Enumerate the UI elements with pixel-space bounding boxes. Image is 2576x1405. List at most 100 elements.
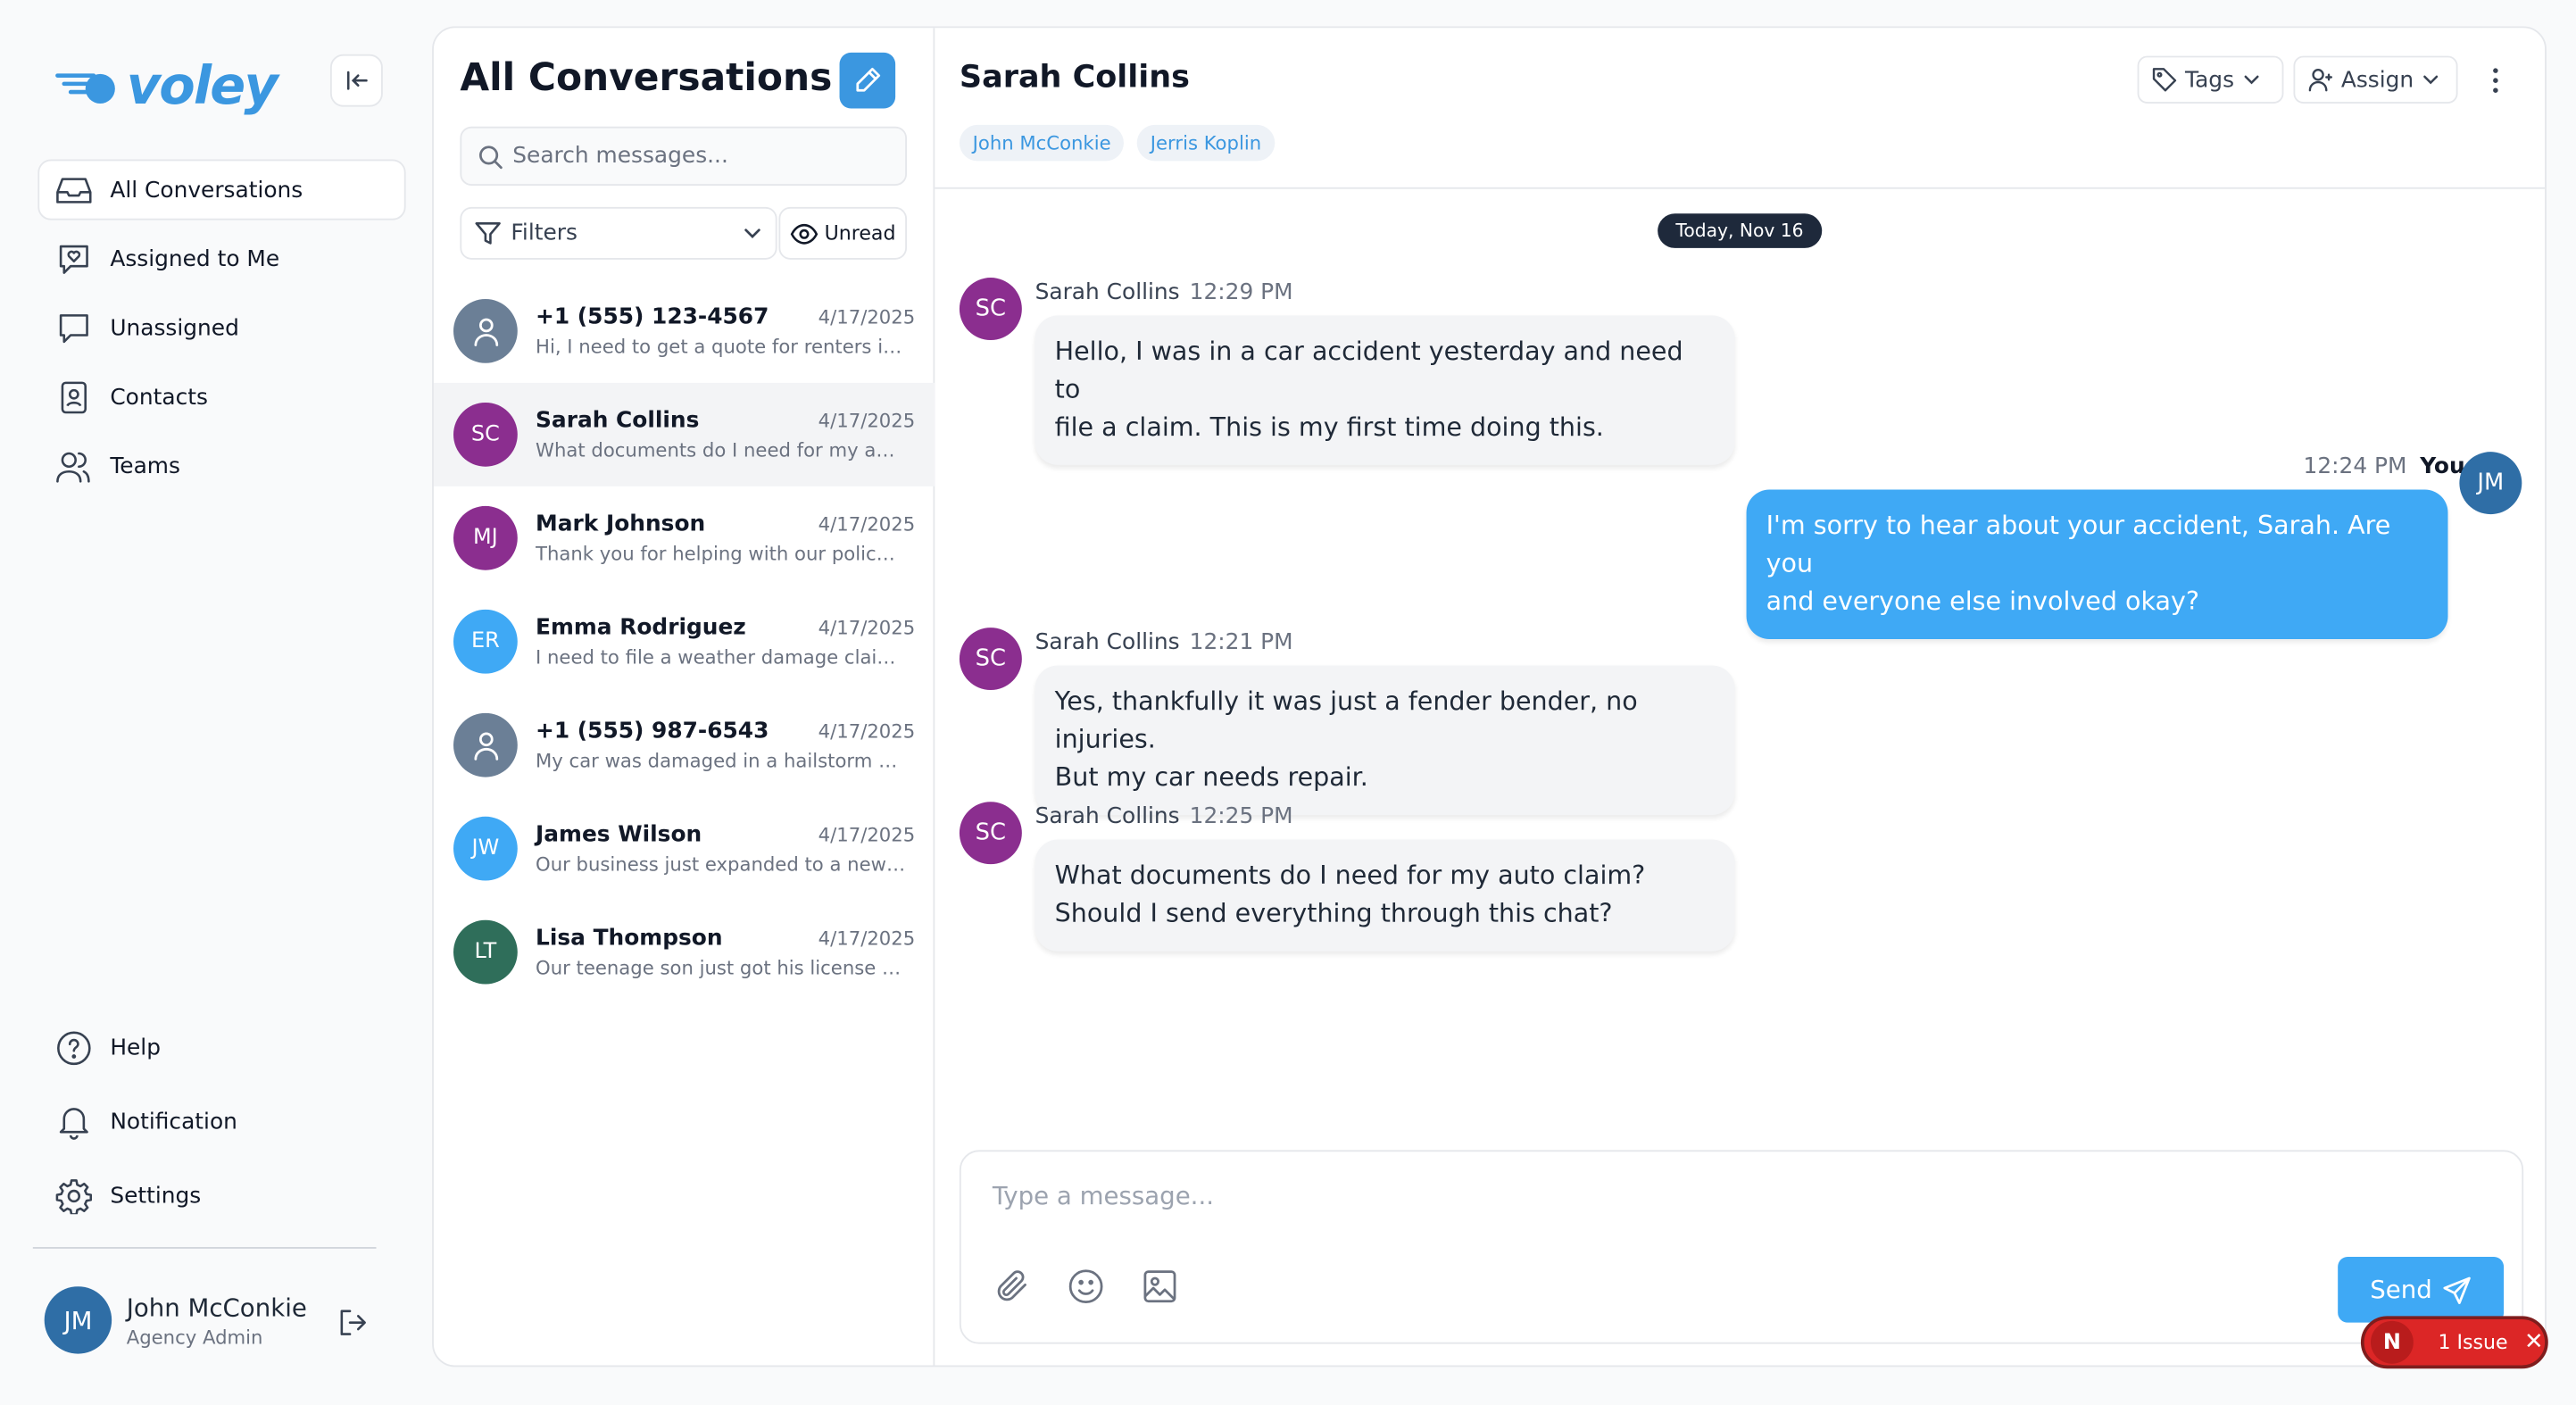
conversation-date: 4/17/2025 xyxy=(818,927,916,950)
send-icon xyxy=(2444,1276,2472,1304)
page-title: All Conversations xyxy=(460,57,833,101)
message-time: 12:24 PM xyxy=(2303,453,2407,480)
close-icon[interactable]: ✕ xyxy=(2524,1329,2544,1355)
image-icon xyxy=(1143,1270,1176,1303)
sidebar-item-label: Teams xyxy=(110,453,180,479)
filters-label: Filters xyxy=(511,220,578,247)
brand-name: voley xyxy=(126,54,278,117)
sidebar-item-label: Notification xyxy=(110,1109,237,1135)
conversation-item[interactable]: ER Emma Rodriguez 4/17/2025 I need to file … xyxy=(434,590,935,694)
message-line: Yes, thankfully it was just a fender ben… xyxy=(1054,686,1638,754)
assign-button[interactable]: Assign xyxy=(2293,55,2458,104)
collapse-sidebar-button[interactable] xyxy=(329,54,383,107)
user-role: Agency Admin xyxy=(126,1325,263,1349)
tags-label: Tags xyxy=(2184,66,2235,93)
emoji-button[interactable] xyxy=(1068,1268,1103,1311)
unread-label: Unread xyxy=(824,221,896,245)
brand-logo[interactable]: voley xyxy=(54,54,278,117)
sidebar-item-teams[interactable]: Teams xyxy=(37,436,405,496)
conversation-name: Lisa Thompson xyxy=(536,925,723,952)
help-circle-icon xyxy=(56,1030,92,1066)
logout-button[interactable] xyxy=(337,1306,370,1345)
user-plus-icon xyxy=(2308,69,2333,92)
issue-count: 1 Issue xyxy=(2438,1330,2508,1354)
message-input[interactable] xyxy=(992,1181,2472,1231)
search-box[interactable] xyxy=(460,126,908,186)
message-sender: Sarah Collins xyxy=(1035,803,1180,830)
user-icon xyxy=(473,317,498,345)
avatar xyxy=(453,298,518,363)
avatar: JW xyxy=(453,816,518,881)
message-meta: Sarah Collins 12:25 PM xyxy=(1035,803,1293,829)
conversation-item[interactable]: JW James Wilson 4/17/2025 Our business just… xyxy=(434,797,935,901)
message-line: But my car needs repair. xyxy=(1054,762,1368,793)
sidebar-item-label: Unassigned xyxy=(110,314,239,341)
assignee-tag[interactable]: John McConkie xyxy=(959,124,1125,162)
chat-header: Sarah Collins John McConkie Jerris Kopli… xyxy=(935,28,2546,189)
message-bubble: Yes, thankfully it was just a fender ben… xyxy=(1035,665,1735,815)
eye-icon xyxy=(790,222,818,244)
conversation-item[interactable]: +1 (555) 123-4567 4/17/2025 Hi, I need to … xyxy=(434,279,935,383)
conversation-preview: I need to file a weather damage claim fo… xyxy=(536,645,905,669)
paperclip-icon xyxy=(997,1270,1026,1301)
sidebar: voley All Conversations Assigned to Me U… xyxy=(0,0,430,1405)
issue-logo: N xyxy=(2370,1320,2414,1364)
sidebar-item-assigned-to-me[interactable]: Assigned to Me xyxy=(37,229,405,289)
sidebar-item-label: Assigned to Me xyxy=(110,245,280,272)
sidebar-item-contacts[interactable]: Contacts xyxy=(37,366,405,427)
sidebar-item-label: Contacts xyxy=(110,383,208,411)
message-bubble: I'm sorry to hear about your accident, S… xyxy=(1746,489,2448,639)
more-options-button[interactable] xyxy=(2484,64,2507,97)
avatar: SC xyxy=(959,628,1022,691)
avatar: SC xyxy=(959,802,1022,865)
sidebar-item-notification[interactable]: Notification xyxy=(37,1089,405,1155)
main-panel: All Conversations Filters Unread +1 (555… xyxy=(432,26,2547,1368)
message-bubble: Hello, I was in a car accident yesterday… xyxy=(1035,315,1735,465)
conversation-item[interactable]: MJ Mark Johnson 4/17/2025 Thank you for hel… xyxy=(434,486,935,590)
message-meta: Sarah Collins 12:29 PM xyxy=(1035,279,1293,305)
filters-dropdown[interactable]: Filters xyxy=(460,206,777,260)
conversation-name: James Wilson xyxy=(536,821,702,848)
main-nav: All Conversations Assigned to Me Unassig… xyxy=(37,159,406,505)
sidebar-divider xyxy=(32,1247,377,1249)
conversation-date: 4/17/2025 xyxy=(818,409,916,433)
image-button[interactable] xyxy=(1142,1268,1177,1311)
tags-button[interactable]: Tags xyxy=(2137,55,2284,104)
message-sender: You xyxy=(2420,453,2465,480)
sidebar-item-help[interactable]: Help xyxy=(37,1015,405,1081)
sidebar-item-settings[interactable]: Settings xyxy=(37,1163,405,1229)
search-input[interactable] xyxy=(512,143,891,170)
collapse-left-icon xyxy=(346,71,368,90)
user-name: John McConkie xyxy=(126,1292,307,1322)
sidebar-item-label: Settings xyxy=(110,1183,202,1210)
more-vertical-icon xyxy=(2493,68,2498,93)
avatar: SC xyxy=(959,278,1022,341)
message-line: What documents do I need for my auto cla… xyxy=(1054,860,1646,891)
conversation-item[interactable]: +1 (555) 987-6543 4/17/2025 My car was dam… xyxy=(434,694,935,797)
attach-button[interactable] xyxy=(994,1268,1030,1311)
message-bubble: What documents do I need for my auto cla… xyxy=(1035,839,1735,952)
issue-badge[interactable]: N 1 Issue ✕ xyxy=(2360,1316,2548,1369)
assignee-tag[interactable]: Jerris Koplin xyxy=(1137,124,1275,162)
conversation-date: 4/17/2025 xyxy=(818,305,916,329)
unread-toggle[interactable]: Unread xyxy=(778,206,908,260)
new-conversation-button[interactable] xyxy=(839,52,896,109)
chat-heart-icon xyxy=(56,241,92,277)
conversation-preview: Our teenage son just got his license and… xyxy=(536,956,906,979)
sidebar-item-all-conversations[interactable]: All Conversations xyxy=(37,159,406,220)
search-icon xyxy=(478,145,503,169)
assigned-tags: John McConkie Jerris Koplin xyxy=(959,124,1275,162)
current-user[interactable]: JM John McConkie Agency Admin xyxy=(44,1286,307,1354)
chevron-down-icon xyxy=(744,229,760,238)
conversation-date: 4/17/2025 xyxy=(818,512,916,536)
conversation-item[interactable]: LT Lisa Thompson 4/17/2025 Our teenage son … xyxy=(434,901,935,1004)
send-button[interactable]: Send xyxy=(2338,1257,2505,1323)
conversation-item[interactable]: SC Sarah Collins 4/17/2025 What documents d… xyxy=(433,382,935,486)
message-sender: Sarah Collins xyxy=(1035,279,1180,306)
conversation-name: Sarah Collins xyxy=(536,407,700,434)
avatar: MJ xyxy=(453,505,518,570)
bell-icon xyxy=(56,1104,92,1140)
sidebar-item-unassigned[interactable]: Unassigned xyxy=(37,297,405,358)
conversation-date: 4/17/2025 xyxy=(818,616,916,639)
sidebar-item-label: All Conversations xyxy=(110,176,303,204)
